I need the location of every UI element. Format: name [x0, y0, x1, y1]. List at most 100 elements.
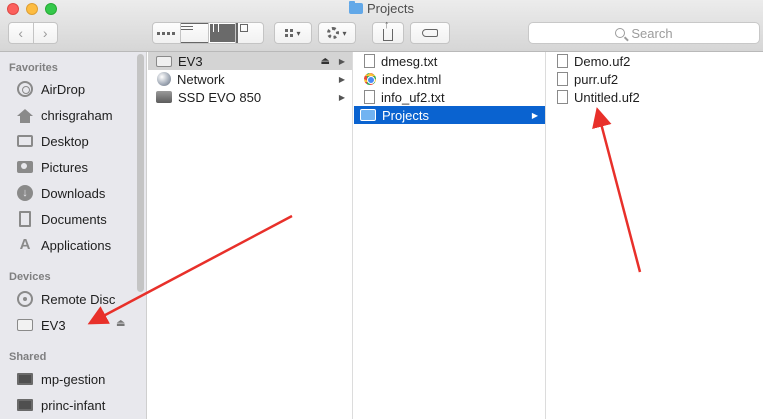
arrange-button[interactable]: ▾ — [274, 22, 312, 44]
sidebar-item-label: Pictures — [41, 159, 88, 175]
chevron-right-icon: ▶ — [531, 110, 538, 120]
sidebar-item-ev3[interactable]: EV3 — [16, 314, 66, 336]
back-button[interactable]: ‹ — [9, 23, 34, 43]
item-label: info_uf2.txt — [381, 89, 445, 105]
download-icon: ↓ — [16, 184, 34, 202]
chevron-right-icon: ▶ — [338, 56, 345, 66]
sidebar: Favorites AirDrop chrisgraham Desktop Pi… — [0, 52, 147, 419]
window-title-text: Projects — [367, 1, 414, 16]
list-item[interactable]: info_uf2.txt — [354, 88, 545, 106]
file-icon — [557, 90, 568, 104]
list-item[interactable]: Untitled.uf2 — [547, 88, 763, 106]
tags-button[interactable] — [410, 22, 450, 44]
folder-icon — [349, 1, 364, 14]
sidebar-item-mp-gestion[interactable]: mp-gestion — [16, 368, 105, 390]
sidebar-item-home[interactable]: chrisgraham — [16, 104, 113, 126]
file-icon — [364, 54, 375, 68]
window-title: Projects — [0, 1, 763, 17]
item-label: EV3 — [178, 53, 203, 69]
chevron-right-icon: ▶ — [338, 92, 345, 102]
icon-view-icon — [153, 23, 180, 43]
chevron-down-icon: ▾ — [342, 28, 347, 38]
sidebar-item-label: princ-infant — [41, 397, 106, 413]
document-icon — [16, 210, 34, 228]
column-view-button[interactable] — [208, 23, 237, 43]
monitor-icon — [16, 396, 34, 414]
devices-heading: Devices — [9, 271, 51, 283]
list-item[interactable]: index.html — [354, 70, 545, 88]
icon-view-button[interactable] — [153, 23, 181, 43]
file-icon — [364, 90, 375, 104]
sidebar-item-label: mp-gestion — [41, 371, 106, 387]
tag-icon — [422, 29, 438, 37]
applications-icon: A — [19, 236, 31, 253]
item-label: purr.uf2 — [574, 71, 619, 87]
sidebar-item-label: EV3 — [41, 317, 66, 333]
action-button[interactable]: ▾ — [318, 22, 356, 44]
sidebar-item-desktop[interactable]: Desktop — [16, 130, 89, 152]
column-projects: Demo.uf2 purr.uf2 Untitled.uf2 — [547, 52, 763, 419]
file-icon — [557, 72, 568, 86]
sidebar-scrollbar[interactable] — [137, 54, 144, 292]
eject-ev3-icon[interactable]: ⏏ — [116, 318, 125, 329]
column-ev3: dmesg.txt index.html info_uf2.txt Projec… — [354, 52, 546, 419]
list-view-button[interactable] — [180, 23, 209, 43]
search-placeholder: Search — [631, 25, 673, 41]
chevron-down-icon: ▾ — [296, 28, 301, 38]
sidebar-item-label: chrisgraham — [41, 107, 113, 123]
sidebar-item-label: Documents — [41, 211, 107, 227]
view-mode-buttons — [152, 22, 264, 44]
item-label: SSD EVO 850 — [178, 89, 262, 105]
list-item[interactable]: Demo.uf2 — [547, 52, 763, 70]
column-volumes: EV3 ⏏ ▶ Network ▶ SSD EVO 850 ▶ — [148, 52, 353, 419]
list-item[interactable]: dmesg.txt — [354, 52, 545, 70]
home-icon — [16, 106, 34, 124]
sidebar-item-princ-infant[interactable]: princ-infant — [16, 394, 105, 416]
eject-icon[interactable]: ⏏ — [321, 56, 330, 67]
ssd-icon — [156, 91, 172, 103]
item-label: dmesg.txt — [381, 53, 438, 69]
gear-icon — [327, 27, 340, 39]
file-icon — [557, 54, 568, 68]
search-input[interactable]: Search — [528, 22, 760, 44]
list-item[interactable]: SSD EVO 850 ▶ — [148, 88, 352, 106]
arrange-icon — [285, 29, 294, 37]
list-item-selected[interactable]: Projects ▶ — [354, 106, 545, 124]
sidebar-item-applications[interactable]: A Applications — [16, 234, 112, 256]
desktop-icon — [16, 132, 34, 150]
search-icon — [615, 28, 626, 38]
sidebar-item-label: Downloads — [41, 185, 106, 201]
camera-icon — [16, 158, 34, 176]
item-label: Demo.uf2 — [574, 53, 631, 69]
sidebar-item-airdrop[interactable]: AirDrop — [16, 78, 85, 100]
chevron-right-icon: ▶ — [338, 74, 345, 84]
sidebar-item-label: Remote Disc — [41, 291, 116, 307]
sidebar-item-remote-disc[interactable]: Remote Disc — [16, 288, 115, 310]
sidebar-item-pictures[interactable]: Pictures — [16, 156, 88, 178]
list-item[interactable]: purr.uf2 — [547, 70, 763, 88]
list-item[interactable]: Network ▶ — [148, 70, 352, 88]
html-file-icon — [364, 73, 376, 85]
sidebar-item-downloads[interactable]: ↓ Downloads — [16, 182, 105, 204]
sidebar-item-label: Desktop — [41, 133, 89, 149]
disc-icon — [16, 290, 34, 308]
sidebar-item-documents[interactable]: Documents — [16, 208, 107, 230]
favorites-heading: Favorites — [9, 62, 58, 74]
folder-icon — [360, 109, 376, 121]
share-icon — [383, 19, 393, 41]
list-item[interactable]: EV3 ⏏ ▶ — [148, 52, 352, 70]
list-view-icon — [180, 23, 208, 43]
title-bar: Projects ‹ › ▾ ▾ Search — [0, 0, 763, 52]
item-label: index.html — [382, 71, 442, 87]
cover-flow-icon — [236, 23, 263, 43]
globe-icon — [157, 72, 171, 86]
drive-icon — [16, 316, 34, 334]
cover-flow-button[interactable] — [236, 23, 263, 43]
item-label: Network — [177, 71, 225, 87]
sidebar-item-label: Applications — [41, 237, 112, 253]
share-button[interactable] — [372, 19, 404, 44]
shared-heading: Shared — [9, 351, 47, 363]
item-label: Untitled.uf2 — [574, 89, 640, 105]
forward-button[interactable]: › — [34, 23, 58, 43]
sidebar-item-label: AirDrop — [41, 81, 86, 97]
